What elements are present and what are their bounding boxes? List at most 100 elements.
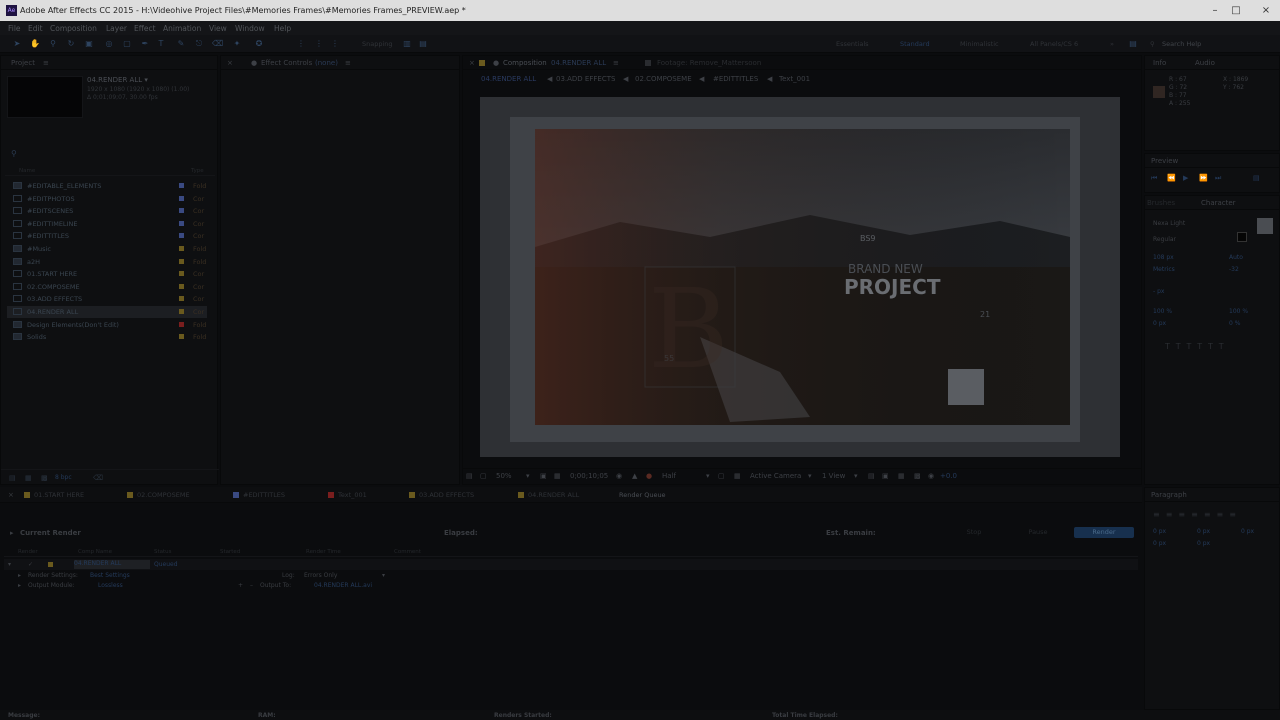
snapshot-icon[interactable]: ◉ [616,472,622,480]
play-icon[interactable]: ▶ [1183,174,1188,182]
project-item[interactable]: #EDITPHOTOS Cor [7,193,207,205]
type-tool-icon[interactable]: T [156,39,166,49]
column-status[interactable]: Status [154,549,172,555]
resolution-select[interactable]: Half [662,472,676,480]
minimize-button[interactable]: – [1208,4,1222,17]
composition-viewer[interactable]: BS9 BRAND NEW PROJECT 21 55 B [480,97,1120,457]
interpret-footage-icon[interactable]: ▤ [9,474,16,482]
flowchart-icon[interactable]: ▩ [914,472,921,480]
output-module-value[interactable]: Lossless [98,582,123,589]
menu-layer[interactable]: Layer [106,24,127,33]
snapping-toggle-icon[interactable]: ▥ [402,39,412,49]
project-search-icon[interactable]: ⚲ [11,149,17,158]
clone-stamp-tool-icon[interactable]: ⎋ [194,39,204,49]
breadcrumb-item[interactable]: 04.RENDER ALL [481,75,536,83]
breadcrumb-item[interactable]: 03.ADD EFFECTS [556,75,615,83]
column-comp-name[interactable]: Comp Name [78,549,112,555]
project-item[interactable]: 01.START HERE Cor [7,268,207,280]
menu-animation[interactable]: Animation [163,24,201,33]
tab-effect-controls[interactable]: Effect Controls [261,59,312,67]
pen-tool-icon[interactable]: ✒ [140,39,150,49]
timeline-tab[interactable]: 02.COMPOSEME [127,491,190,499]
workspace-essentials[interactable]: Essentials [836,40,869,48]
trash-icon[interactable]: ⌫ [93,474,103,482]
new-composition-icon[interactable]: ▩ [41,474,48,482]
indent-first-value[interactable]: 0 px [1197,528,1210,535]
label-color-swatch[interactable] [179,246,184,251]
panel-menu-icon[interactable]: ≡ [613,59,619,67]
expand-arrow-icon[interactable]: ▾ [8,561,11,568]
timeline-tab[interactable]: 03.ADD EFFECTS [409,491,474,499]
column-comment[interactable]: Comment [394,549,421,555]
pan-behind-tool-icon[interactable]: ◎ [104,39,114,49]
timeline-tab[interactable]: Render Queue [619,491,666,499]
rotate-tool-icon[interactable]: ↻ [66,39,76,49]
log-dropdown-icon[interactable]: ▾ [382,572,385,579]
project-item[interactable]: a2H Fold [7,256,207,268]
project-item[interactable]: #EDITABLE_ELEMENTS Fold [7,180,207,192]
color-channel-icon[interactable]: ● [646,472,652,480]
transparency-grid-icon[interactable]: ▦ [734,472,741,480]
zoom-dropdown-icon[interactable]: ▾ [526,472,530,480]
tab-preview[interactable]: Preview [1151,157,1178,165]
tab-audio[interactable]: Audio [1195,59,1215,67]
timeline-icon[interactable]: ▦ [898,472,905,480]
exposure-value[interactable]: +0.0 [940,472,957,480]
log-select[interactable]: Errors Only [304,572,337,579]
item-comp-name[interactable]: 04.RENDER ALL [74,560,150,569]
menu-help[interactable]: Help [274,24,291,33]
workspace-standard[interactable]: Standard [900,40,930,48]
render-checkbox[interactable]: ✓ [28,561,33,568]
first-frame-icon[interactable]: ⏮ [1151,174,1157,183]
pause-button[interactable]: Pause [1014,527,1062,538]
tab-character[interactable]: Character [1201,199,1236,207]
timeline-tab[interactable]: #EDITTITLES [233,491,285,499]
project-item[interactable]: Solids Fold [7,331,207,343]
brush-tool-icon[interactable]: ✎ [176,39,186,49]
render-settings-value[interactable]: Best Settings [90,572,130,579]
puppet-pin-tool-icon[interactable]: ✪ [254,39,264,49]
menu-window[interactable]: Window [235,24,265,33]
menu-composition[interactable]: Composition [50,24,97,33]
text-style-buttons[interactable]: TTTTTT [1165,342,1230,351]
lock-icon[interactable]: ● [493,59,499,67]
stroke-width-value[interactable]: - px [1153,288,1164,295]
menu-edit[interactable]: Edit [28,24,43,33]
label-color-swatch[interactable] [179,233,184,239]
project-item[interactable]: 02.COMPOSEME Cor [7,281,207,293]
indent-left-value[interactable]: 0 px [1153,528,1166,535]
tracking-value[interactable]: -32 [1229,266,1239,273]
render-button[interactable]: Render [1074,527,1134,538]
label-color-swatch[interactable] [179,296,184,302]
fill-color-swatch[interactable] [1257,218,1273,234]
space-after-value[interactable]: 0 px [1197,540,1210,547]
timeline-tab[interactable]: 04.RENDER ALL [518,491,579,499]
close-tab-icon[interactable]: × [8,491,14,499]
menu-view[interactable]: View [209,24,227,33]
label-color-swatch[interactable] [179,283,184,289]
label-color-swatch[interactable] [179,321,184,327]
label-color-swatch[interactable] [179,183,184,188]
project-item[interactable]: #EDITSCENES Cor [7,205,207,217]
column-render[interactable]: Render [18,549,38,555]
new-folder-icon[interactable]: ▦ [25,474,32,482]
project-item[interactable]: 03.ADD EFFECTS Cor [7,293,207,305]
font-family-select[interactable]: Nexa Light [1153,220,1185,227]
rectangle-tool-icon[interactable]: ▢ [122,39,132,49]
render-settings-arrow-icon[interactable]: ▸ [18,572,21,579]
distribute-tool-icon[interactable]: ⋮ [314,39,324,49]
add-output-icon[interactable]: + [238,582,243,589]
font-style-select[interactable]: Regular [1153,236,1176,243]
toggle-pixel-aspect-icon[interactable]: ▤ [868,472,875,480]
close-tab-icon[interactable]: × [469,59,475,67]
tab-info[interactable]: Info [1153,59,1166,67]
alignment-buttons[interactable]: ≡≡≡≡≡≡≡ [1153,510,1242,519]
column-started[interactable]: Started [220,549,240,555]
column-render-time[interactable]: Render Time [306,549,341,555]
workspace-menu-icon[interactable]: ▤ [1128,39,1138,49]
close-button[interactable]: × [1259,4,1273,17]
breadcrumb-item[interactable]: 02.COMPOSEME [635,75,692,83]
views-select[interactable]: 1 View [822,472,845,480]
menu-file[interactable]: File [8,24,21,33]
leading-value[interactable]: Auto [1229,254,1243,261]
